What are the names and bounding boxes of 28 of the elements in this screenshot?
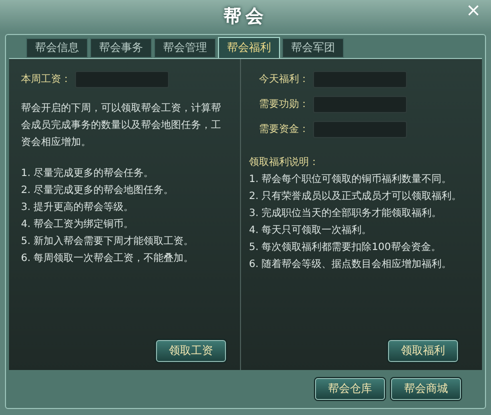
rule-text: 6. 随着帮会等级、据点数目会相应增加福利。	[249, 258, 453, 272]
rule-text: 1. 帮会每个职位可领取的铜币福利数量不同。	[249, 172, 453, 187]
tab[interactable]: 帮会管理	[154, 38, 216, 58]
rule-text: 5. 新加入帮会需要下周才能领取工资。	[21, 234, 195, 249]
tab[interactable]: 帮会信息	[26, 38, 88, 58]
field-label: 需要功勋：	[259, 98, 309, 112]
field-label: 本周工资：	[21, 72, 71, 87]
rule-text: 4. 帮会工资为绑定铜币。	[21, 218, 135, 232]
field-label: 今天福利：	[259, 72, 309, 87]
section-heading: 领取福利说明：	[249, 156, 320, 170]
action-button[interactable]: 帮会商城	[391, 378, 461, 400]
salary-description: 帮会开启的下周，可以领取帮会工资，计算帮会成员完成事务的数量以及帮会地图任务，工资会相应增加。	[21, 102, 222, 150]
action-button[interactable]: 帮会仓库	[315, 378, 385, 400]
tab[interactable]: 帮会福利	[218, 37, 280, 58]
rule-text: 5. 每次领取福利都需要扣除100帮会资金。	[249, 240, 442, 255]
rule-text: 2. 尽量完成更多的帮会地图任务。	[21, 184, 175, 198]
rule-text: 2. 只有荣誉成员以及正式成员才可以领取福利。	[249, 190, 463, 204]
rule-text: 3. 提升更高的帮会等级。	[21, 200, 135, 215]
rule-text: 6. 每周领取一次帮会工资，不能叠加。	[21, 252, 195, 266]
rule-text: 1. 尽量完成更多的帮会任务。	[21, 166, 155, 181]
rule-text: 3. 完成职位当天的全部职务才能领取福利。	[249, 206, 443, 221]
tab[interactable]: 帮会军团	[282, 38, 344, 58]
action-button[interactable]: 领取福利	[388, 340, 458, 362]
tab[interactable]: 帮会事务	[90, 38, 152, 58]
window-title: 帮会	[224, 4, 268, 28]
field-label: 需要资金：	[259, 123, 309, 137]
action-button[interactable]: 领取工资	[156, 340, 226, 362]
rule-text: 4. 每天只可领取一次福利。	[249, 224, 373, 238]
